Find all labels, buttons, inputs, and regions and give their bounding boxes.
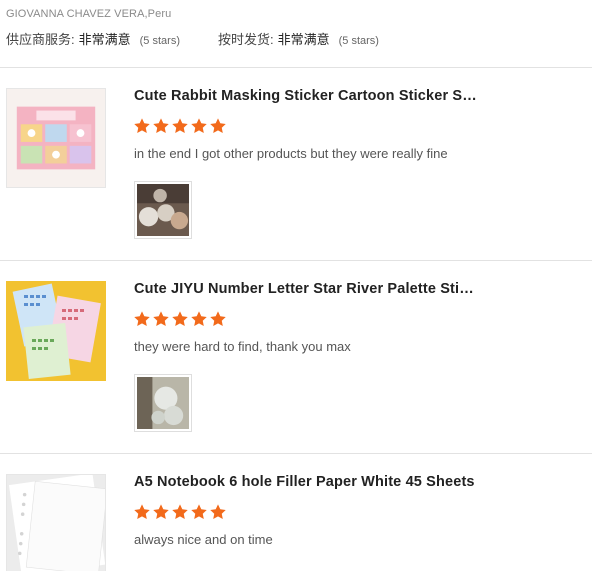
rating-label: 供应商服务: [6, 32, 75, 47]
photo-image [137, 377, 189, 429]
on-time-shipping-rating: 按时发货: 非常满意 (5 stars) [218, 29, 379, 48]
product-title-link[interactable]: Cute JIYU Number Letter Star River Palet… [134, 281, 479, 297]
star-icon [190, 503, 208, 521]
product-thumbnail[interactable] [6, 281, 106, 381]
review-comment: in the end I got other products but they… [134, 146, 448, 161]
photo-image [137, 184, 189, 236]
rating-value: 非常满意 [78, 32, 131, 47]
star-rating [133, 310, 227, 328]
star-icon [209, 310, 227, 328]
review-photo[interactable] [134, 374, 192, 432]
rating-stars-text: (5 stars) [338, 35, 379, 47]
supplier-service-rating: 供应商服务: 非常满意 (5 stars) [6, 29, 180, 48]
review-item: A5 Notebook 6 hole Filler Paper White 45… [0, 454, 592, 571]
star-icon [209, 503, 227, 521]
star-icon [209, 117, 227, 135]
star-icon [133, 503, 151, 521]
product-title-link[interactable]: A5 Notebook 6 hole Filler Paper White 45… [134, 474, 479, 490]
review-item: Cute Rabbit Masking Sticker Cartoon Stic… [0, 68, 592, 261]
rating-stars-text: (5 stars) [139, 35, 180, 47]
review-item: Cute JIYU Number Letter Star River Palet… [0, 261, 592, 454]
star-icon [171, 503, 189, 521]
star-icon [152, 310, 170, 328]
star-icon [152, 503, 170, 521]
star-icon [133, 117, 151, 135]
star-icon [133, 310, 151, 328]
rabbit-sticker-image [7, 89, 105, 187]
product-thumbnail[interactable] [6, 474, 106, 571]
review-photo[interactable] [134, 181, 192, 239]
review-comment: always nice and on time [134, 532, 273, 547]
review-comment: they were hard to find, thank you max [134, 339, 351, 354]
product-thumbnail[interactable] [6, 88, 106, 188]
product-title-link[interactable]: Cute Rabbit Masking Sticker Cartoon Stic… [134, 88, 479, 104]
rating-label: 按时发货: [217, 32, 274, 47]
star-icon [171, 117, 189, 135]
letter-sticker-image [6, 281, 106, 381]
star-icon [190, 310, 208, 328]
review-header: GIOVANNA CHAVEZ VERA,Peru 供应商服务: 非常满意 (5… [6, 8, 586, 48]
seller-ratings: 供应商服务: 非常满意 (5 stars) 按时发货: 非常满意 (5 star… [6, 29, 586, 48]
filler-paper-image [7, 475, 105, 571]
star-icon [152, 117, 170, 135]
reviewer-name: GIOVANNA CHAVEZ VERA,Peru [6, 8, 172, 20]
star-rating [133, 503, 227, 521]
rating-value: 非常满意 [277, 32, 330, 47]
star-rating [133, 117, 227, 135]
star-icon [171, 310, 189, 328]
star-icon [190, 117, 208, 135]
